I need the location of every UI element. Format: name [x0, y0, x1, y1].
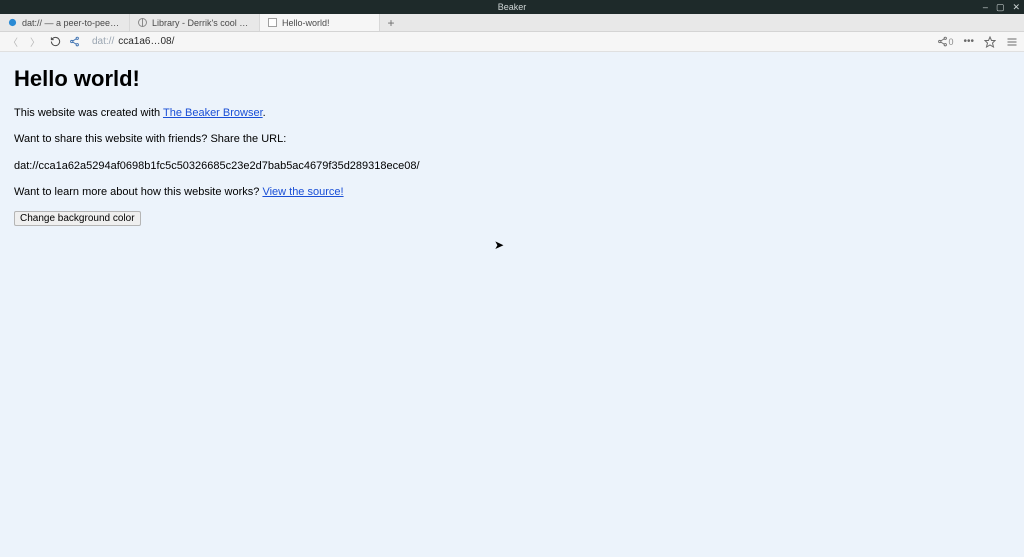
tab-label: dat:// — a peer-to-peer protocol: [22, 18, 121, 28]
tab-hello-world[interactable]: Hello-world!: [260, 14, 380, 31]
view-source-link[interactable]: View the source!: [262, 186, 343, 198]
page-content: Hello world! This website was created wi…: [0, 52, 1024, 557]
dat-url-text: dat://cca1a62a5294af0698b1fc5c50326685c2…: [14, 159, 1010, 173]
tab-strip: dat:// — a peer-to-peer protocol Library…: [0, 14, 1024, 32]
intro-text: This website was created with: [14, 107, 163, 119]
window-controls: – ▢ ✕: [983, 0, 1020, 14]
url-protocol: dat://: [92, 36, 114, 47]
tab-library[interactable]: Library - Derrik's cool website thing: [130, 14, 260, 31]
minimize-button[interactable]: –: [983, 0, 988, 14]
url-bar[interactable]: dat:// cca1a6…08/: [88, 36, 929, 47]
tab-dat-protocol[interactable]: dat:// — a peer-to-peer protocol: [0, 14, 130, 31]
back-button[interactable]: 〈: [6, 34, 20, 49]
page-heading: Hello world!: [14, 66, 1010, 92]
peers-icon[interactable]: 0: [937, 36, 953, 47]
forward-button[interactable]: 〉: [28, 34, 42, 49]
nav-toolbar: 〈 〉 dat:// cca1a6…08/ 0 •••: [0, 32, 1024, 52]
beaker-link[interactable]: The Beaker Browser: [163, 107, 263, 119]
hamburger-menu-icon[interactable]: [1006, 36, 1018, 48]
beaker-icon: [8, 18, 17, 27]
os-titlebar: Beaker – ▢ ✕: [0, 0, 1024, 14]
globe-icon: [138, 18, 147, 27]
more-menu-button[interactable]: •••: [963, 36, 974, 47]
share-paragraph: Want to share this website with friends?…: [14, 132, 1010, 146]
tab-label: Library - Derrik's cool website thing: [152, 18, 251, 28]
document-icon: [268, 18, 277, 27]
close-button[interactable]: ✕: [1012, 0, 1020, 14]
intro-suffix: .: [263, 107, 266, 119]
learn-text: Want to learn more about how this websit…: [14, 186, 262, 198]
refresh-button[interactable]: [50, 36, 61, 47]
intro-paragraph: This website was created with The Beaker…: [14, 106, 1010, 120]
star-icon[interactable]: [984, 36, 996, 48]
new-tab-button[interactable]: +: [380, 14, 402, 31]
learn-paragraph: Want to learn more about how this websit…: [14, 185, 1010, 199]
toolbar-right: 0 •••: [937, 36, 1018, 48]
share-icon[interactable]: [69, 36, 80, 47]
maximize-button[interactable]: ▢: [996, 0, 1005, 14]
url-path: cca1a6…08/: [118, 36, 174, 47]
change-bg-button[interactable]: Change background color: [14, 211, 141, 226]
peers-count: 0: [948, 37, 953, 47]
window-title: Beaker: [498, 2, 527, 12]
tab-label: Hello-world!: [282, 18, 330, 28]
